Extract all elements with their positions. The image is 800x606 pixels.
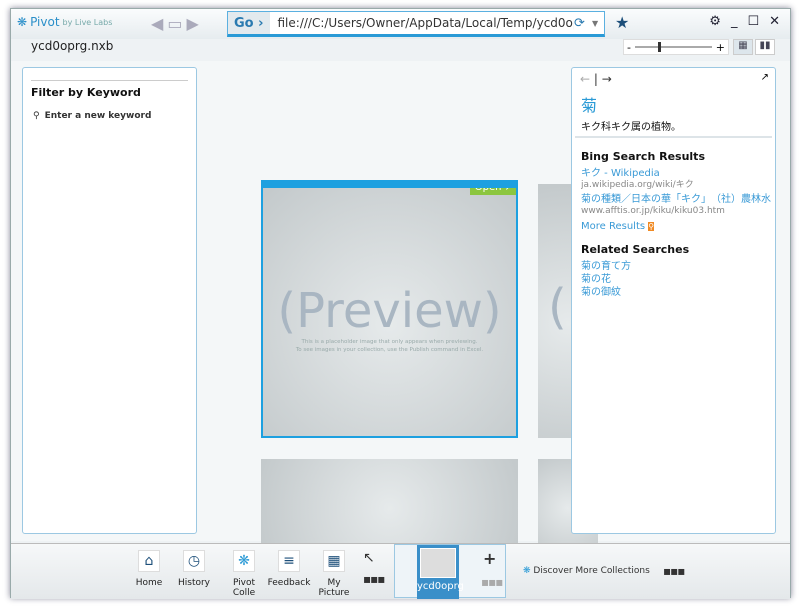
maximize-button[interactable]: ☐ [747,14,759,29]
grid-view-icon[interactable]: ▦ [733,39,753,55]
preview-label: (Preview) [277,283,502,339]
apps-grid-icon[interactable]: ▪▪▪ [663,564,685,578]
grid-icon[interactable]: ▪▪▪ [481,575,503,589]
discover-more-link[interactable]: ❋ Discover More Collections [523,566,650,576]
home-button[interactable]: ⌂ Home [126,550,172,588]
label: ycd0oprg [417,581,464,592]
clock-icon: ◷ [183,550,205,572]
filter-title: Filter by Keyword [31,80,188,99]
search-icon: ⚲ [33,111,40,121]
back-button[interactable]: ◀ [151,14,167,33]
preview-note: This is a placeholder image that only ap… [263,338,516,354]
close-button[interactable]: ✕ [769,14,780,29]
pivot-collections-button[interactable]: ❋ Pivot Colle [221,550,267,598]
navigation: ◀▭▶ [151,14,203,33]
history-button[interactable]: ◷ History [171,550,217,588]
open-button[interactable]: Open ↗ [469,188,516,195]
search-result-link[interactable]: キク - Wikipedia [581,167,771,180]
collection-tile[interactable] [261,459,518,549]
snowflake-icon: ❋ [233,550,255,572]
label: Discover More Collections [533,566,650,576]
more-results-label: More Results [581,221,646,232]
collapse-panel-icon[interactable]: ↗ [761,72,769,83]
snowflake-icon: ❋ [17,15,28,29]
selected-tile[interactable]: (Preview) This is a placeholder image th… [261,180,518,438]
go-button[interactable]: Go › [228,12,270,34]
label: Feedback [267,578,311,588]
item-description: キク科キク属の植物。 [581,122,681,133]
search-result-url: www.afftis.or.jp/kiku/kiku03.htm [581,206,725,216]
related-search-link[interactable]: 菊の花 [581,273,771,286]
graph-view-icon[interactable]: ▮▮ [755,39,775,55]
dropdown-icon[interactable]: ▼ [592,19,604,28]
pictures-icon: ▦ [323,550,345,572]
view-switch: ▦ ▮▮ [733,39,775,55]
info-nav: ← | → [580,72,612,86]
window-controls: ⚙ _ ☐ ✕ [709,14,780,29]
zoom-slider[interactable]: - + [623,39,729,55]
bing-heading: Bing Search Results [581,150,705,163]
open-collections: ycd0oprg + ▪▪▪ [394,544,506,599]
label: My Picture [318,578,350,598]
zoom-track [634,42,712,52]
title-bar: ❋ Pivot by Live Labs ◀▭▶ Go › file:///C:/U… [11,9,790,39]
home-icon: ⌂ [138,550,160,572]
bottom-bar: ⌂ Home ◷ History ❋ Pivot Colle ≡ Feedback ▦ M… [11,543,790,599]
label: History [177,578,211,588]
note-line: This is a placeholder image that only ap… [301,339,478,345]
keyword-input[interactable]: ⚲ Enter a new keyword [33,111,186,121]
add-collection-icon[interactable]: + [483,549,496,568]
label: Pivot Colle [232,578,256,598]
divider [575,136,772,138]
collection-title: ycd0oprg.nxb [31,39,114,53]
related-search-link[interactable]: 菊の育て方 [581,260,771,273]
my-pictures-button[interactable]: ▦ My Picture [311,550,357,598]
info-back-icon[interactable]: ← [580,72,590,86]
address-bar: Go › file:///C:/Users/Owner/AppData/Loca… [227,11,605,37]
minimize-button[interactable]: _ [731,14,738,29]
filter-panel: Filter by Keyword ⚲ Enter a new keyword [22,67,197,534]
current-collection-tab[interactable]: ycd0oprg [417,545,464,599]
apps-grid-icon[interactable]: ▪▪▪ [363,572,385,586]
url-input[interactable]: file:///C:/Users/Owner/AppData/Local/Tem… [270,16,575,30]
snowflake-icon: ❋ [523,566,531,576]
zoom-out[interactable]: - [627,41,631,54]
favorite-star-icon[interactable]: ★ [615,13,629,32]
info-panel: ← | → ↗ 菊 キク科キク属の植物。 Bing Search Results… [571,67,776,534]
search-result-url: ja.wikipedia.org/wiki/キク [581,180,694,190]
related-search-link[interactable]: 菊の御紋 [581,286,771,299]
collection-thumbnail [420,548,456,578]
pivot-window: ❋ Pivot by Live Labs ◀▭▶ Go › file:///C:/U… [10,8,791,599]
zoom-in[interactable]: + [716,41,725,54]
document-icon: ≡ [278,550,300,572]
search-result-link[interactable]: 菊の種類／日本の華「キク」 （社）農林水 [581,193,771,206]
bing-search-icon: ⚲ [648,222,655,231]
history-strip-button[interactable]: ▭ [167,14,186,33]
label: Home [135,578,163,588]
feedback-button[interactable]: ≡ Feedback [266,550,312,588]
keyword-placeholder: Enter a new keyword [44,111,152,121]
refresh-icon[interactable]: ⟳ [574,16,592,31]
zoom-thumb[interactable] [658,42,662,52]
pin-arrow-icon[interactable]: ↖ [363,550,375,566]
related-heading: Related Searches [581,243,690,256]
pivot-logo: ❋ Pivot by Live Labs [17,15,113,29]
note-line: To see images in your collection, use th… [295,347,484,353]
forward-button[interactable]: ▶ [186,14,202,33]
info-forward-icon[interactable]: → [602,72,612,86]
more-results-link[interactable]: More Results ⚲ [581,220,771,233]
collection-area: Filter by Keyword ⚲ Enter a new keyword (… [11,61,790,549]
item-title: 菊 [581,96,598,115]
settings-gear-icon[interactable]: ⚙ [709,14,721,29]
